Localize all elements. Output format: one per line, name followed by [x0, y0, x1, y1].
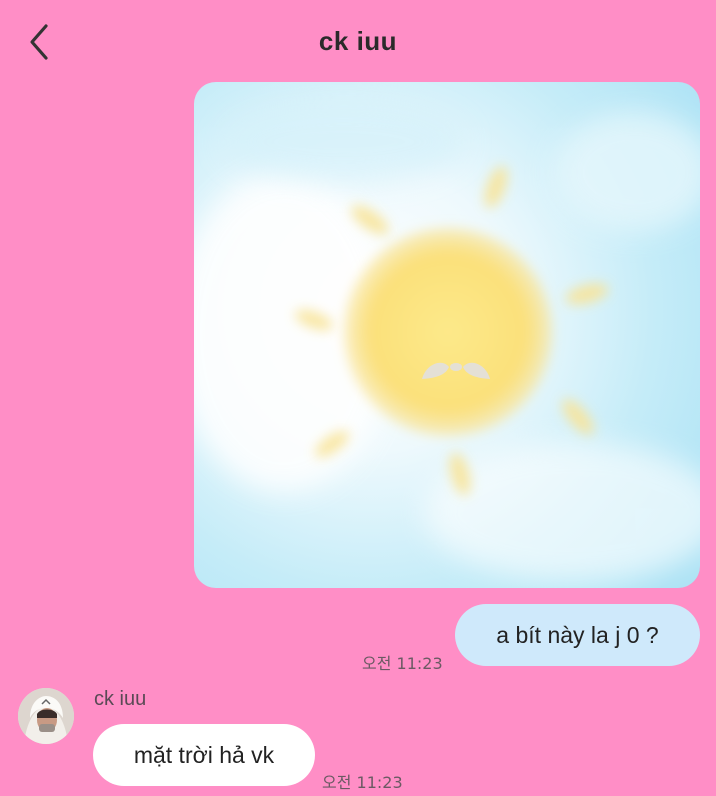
- incoming-message-text: mặt trời hả vk: [133, 741, 275, 768]
- chat-header: ck iuu: [0, 0, 716, 84]
- outgoing-message-bubble[interactable]: a bít này la j 0 ?: [455, 604, 700, 666]
- sent-image-message[interactable]: [194, 82, 700, 588]
- outgoing-message-text: a bít này la j 0 ?: [496, 621, 659, 648]
- avatar[interactable]: [18, 688, 74, 744]
- sun-drawing-image: [194, 82, 700, 588]
- incoming-message-bubble[interactable]: mặt trời hả vk: [93, 724, 315, 786]
- contact-avatar-icon: [18, 688, 74, 744]
- chat-title: ck iuu: [318, 26, 398, 56]
- sender-name: ck iuu: [94, 688, 147, 710]
- outgoing-message-time: 오전 11:23: [362, 654, 443, 673]
- incoming-message-time: 오전 11:23: [322, 773, 403, 792]
